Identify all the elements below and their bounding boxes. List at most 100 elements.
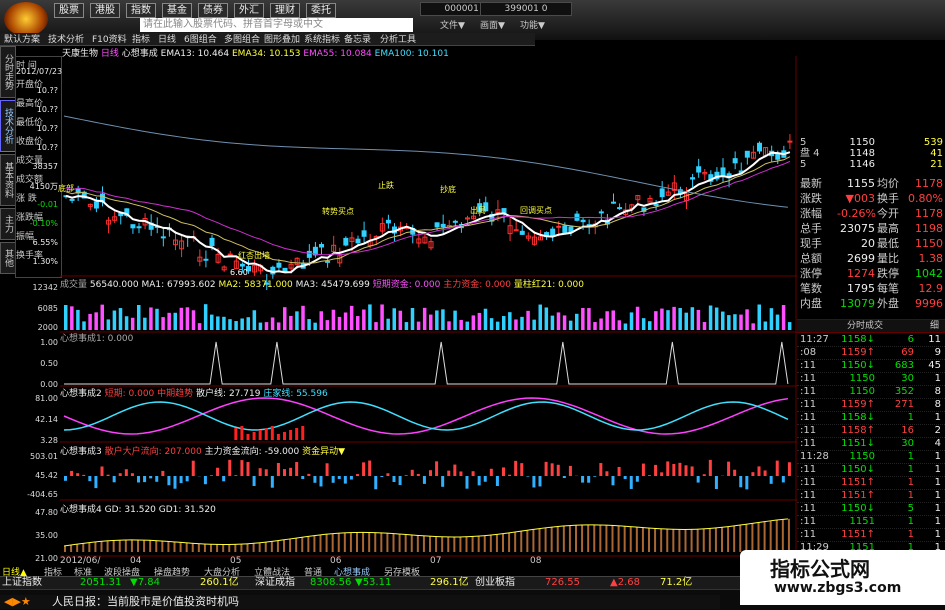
sidetab-intraday[interactable]: 分时走势: [0, 46, 16, 98]
volume-bar: [143, 318, 147, 330]
gd-bar: [435, 537, 437, 552]
gd-bar: [429, 536, 431, 552]
tick-volume: 1: [892, 411, 914, 424]
menu-item-1[interactable]: 技术分析: [48, 34, 84, 46]
volume-bars: [64, 304, 791, 330]
ticker-cy-name[interactable]: 创业板指: [475, 577, 515, 589]
volume-bar: [374, 322, 378, 330]
fund-flow-bar: [581, 476, 584, 483]
tick-count: 45: [917, 359, 941, 372]
volume-bar: [180, 308, 184, 330]
toolbar-button-0[interactable]: 股票: [54, 3, 84, 18]
chart-area[interactable]: [60, 56, 797, 576]
menu-item-6[interactable]: 多图组合: [224, 34, 260, 46]
menu-item-2[interactable]: F10资料: [92, 34, 127, 46]
ticker-sh-name[interactable]: 上证指数: [2, 577, 42, 589]
toolbar-button-2[interactable]: 指数: [126, 3, 156, 18]
gd-bar: [587, 525, 589, 552]
tick-volume: 30: [892, 372, 914, 385]
fund-flow-bar: [526, 476, 529, 477]
volume-bar: [526, 311, 530, 330]
ticker-sz-name[interactable]: 深证成指: [255, 577, 295, 589]
quote-label-a: 总额: [800, 252, 822, 266]
fund-flow-bar: [770, 476, 773, 484]
quote-value-b: 1178: [907, 177, 943, 191]
gd-bar: [125, 540, 127, 552]
quote-value-a: 13079: [837, 297, 875, 311]
candle-body: [240, 264, 244, 266]
toolbar-button-3[interactable]: 基金: [162, 3, 192, 18]
fund-flow-bar: [380, 476, 383, 477]
candle-body: [557, 226, 561, 227]
quote-row: 笔数1795每笔12.9: [797, 282, 945, 296]
gd-bar: [526, 530, 528, 552]
gd-bar: [721, 527, 723, 552]
index-shenzhen-box[interactable]: 399001 0: [480, 2, 572, 16]
tick-row: :111151↑11: [797, 476, 945, 490]
volume-bar: [259, 323, 263, 330]
gd-bar: [210, 544, 212, 552]
tick-time: :11: [800, 424, 816, 437]
info-value-0: 2012/07/23: [16, 67, 58, 76]
chart-annotation-2: 抄底: [440, 184, 456, 195]
volume-bar: [277, 322, 281, 330]
sub2-header: 心想事成2 短期: 0.000 中期趋势 散户线: 27.719 庄家线: 55…: [60, 386, 328, 399]
menu-item-9[interactable]: 备忘录: [344, 34, 371, 46]
quote-label-b: 换手: [877, 192, 899, 206]
gd-bar: [764, 522, 766, 552]
gd-bar: [703, 529, 705, 552]
fund-flow-bar: [204, 476, 207, 484]
menu-item-7[interactable]: 图形叠加: [264, 34, 300, 46]
volume-bar: [64, 305, 68, 330]
quote-value-b: 1.38: [907, 252, 943, 266]
toolbar-button-1[interactable]: 港股: [90, 3, 120, 18]
menu-item-0[interactable]: 默认方案: [4, 34, 40, 46]
quote-row: 涨跌▼003换手0.80%: [797, 192, 945, 206]
news-arrows-icon[interactable]: ◀▶★: [4, 595, 31, 609]
file-menu[interactable]: 文件▼: [440, 18, 465, 31]
quote-value-b: 1150: [907, 237, 943, 251]
sidetab-other[interactable]: 其他: [0, 242, 16, 274]
menu-item-10[interactable]: 分析工具: [380, 34, 416, 46]
volume-bar: [222, 317, 226, 330]
volume-bar: [605, 311, 609, 330]
fund-flow-bar: [113, 476, 116, 482]
search-input[interactable]: 请在此输入股票代码、拼音首字母或中文: [140, 18, 413, 32]
toolbar-button-4[interactable]: 债券: [198, 3, 228, 18]
tick-row: :1111503528: [797, 385, 945, 399]
short-term-bar: [283, 432, 286, 440]
function-menu[interactable]: 功能▼: [520, 18, 545, 31]
toolbar-button-6[interactable]: 理财: [270, 3, 300, 18]
sub3-axis-low: -404.65: [20, 490, 58, 499]
volume-bar: [715, 308, 719, 330]
gd-bar: [593, 525, 595, 552]
tick-time: :11: [800, 528, 816, 541]
fund-flow-bar: [101, 466, 104, 476]
menu-item-5[interactable]: 6图组合: [184, 34, 217, 46]
menu-item-4[interactable]: 日线: [158, 34, 176, 46]
view-menu[interactable]: 画面▼: [480, 18, 505, 31]
menu-item-8[interactable]: 系统指标: [304, 34, 340, 46]
volume-bar: [660, 309, 664, 330]
gd-bar: [76, 544, 78, 552]
volume-bar: [393, 308, 397, 330]
volume-bar: [350, 306, 354, 330]
sidetab-fundamentals[interactable]: 基本资料: [0, 154, 16, 206]
news-headline[interactable]: 人民日报：当前股市是价值投资时机吗: [52, 595, 239, 609]
sub4-axis-low: 21.00: [20, 554, 58, 563]
gd-bar: [344, 533, 346, 552]
toolbar-button-7[interactable]: 委托: [306, 3, 336, 18]
orderbook-price: 1150: [837, 137, 875, 148]
volume-bar: [356, 316, 360, 330]
chart-annotation-4: 出局: [470, 205, 486, 216]
tick-header-detail[interactable]: 细: [930, 320, 939, 332]
sidetab-technical[interactable]: 技术分析: [0, 100, 16, 152]
fund-flow-bar: [727, 462, 730, 476]
fund-flow-bar: [149, 476, 152, 478]
gd-bar: [107, 541, 109, 552]
menu-item-3[interactable]: 指标: [132, 34, 150, 46]
volume-bar: [545, 307, 549, 330]
toolbar-button-5[interactable]: 外汇: [234, 3, 264, 18]
sidetab-main[interactable]: 主力: [0, 208, 16, 240]
volume-bar: [82, 321, 86, 330]
